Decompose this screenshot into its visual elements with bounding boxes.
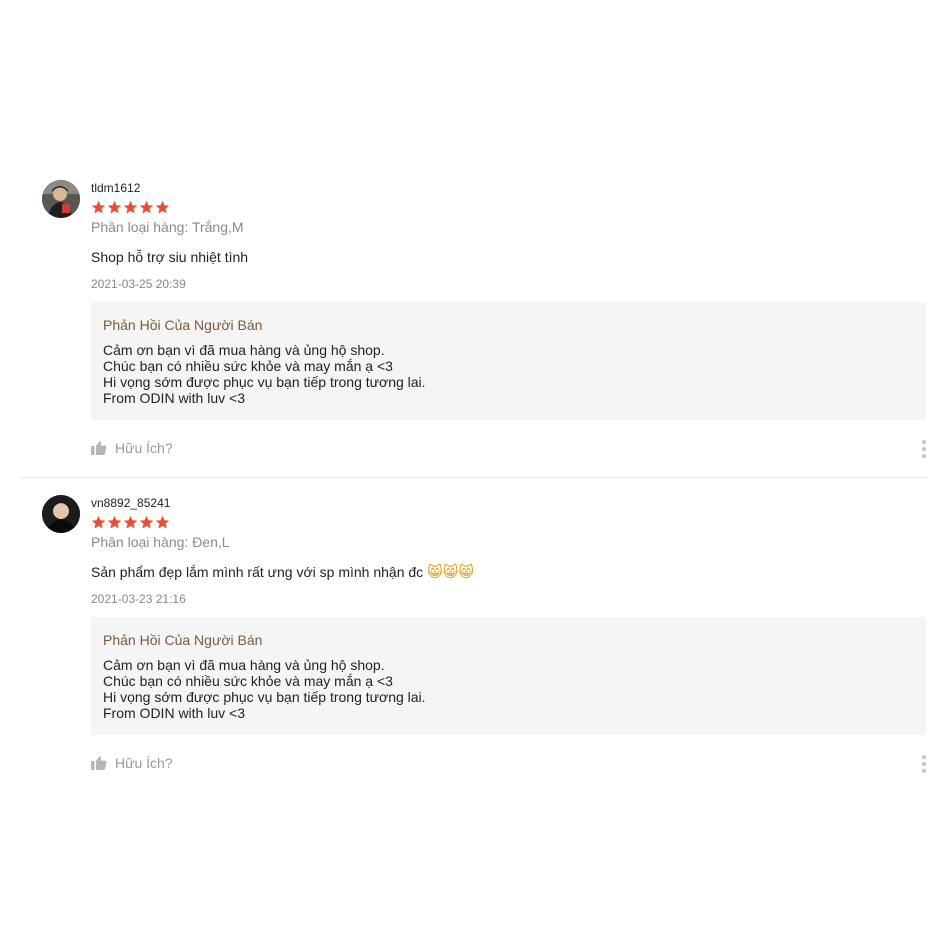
helpful-label: Hữu Ích?	[115, 440, 173, 456]
reviewer-username[interactable]: vn8892_85241	[91, 495, 927, 511]
helpful-label: Hữu Ích?	[115, 755, 173, 771]
seller-reply-title: Phản Hồi Của Người Bán	[103, 632, 263, 648]
star-icon	[139, 200, 154, 214]
star-icon	[123, 200, 138, 214]
product-variant: Phân loại hàng: Đen,L	[91, 534, 230, 550]
more-vertical-icon[interactable]	[921, 440, 927, 458]
star-icon	[91, 515, 106, 529]
more-vertical-icon[interactable]	[921, 755, 927, 773]
product-reviews-section: tldm1612 Phân loại hàng: Trắng,M Shop hỗ…	[0, 0, 941, 941]
seller-reply: Phản Hồi Của Người Bán Cảm ơn bạn vì đã …	[91, 617, 926, 735]
reviewer-username[interactable]: tldm1612	[91, 180, 927, 196]
star-icon	[155, 515, 170, 529]
seller-reply-title: Phản Hồi Của Người Bán	[103, 317, 263, 333]
seller-reply-line: From ODIN with luv <3	[103, 705, 245, 721]
seller-reply-line: From ODIN with luv <3	[103, 390, 245, 406]
review-comment-text: Sản phẩm đẹp lắm mình rất ưng với sp mìn…	[91, 564, 424, 580]
seller-reply-line: Cảm ơn bạn vì đã mua hàng và ủng hộ shop…	[103, 342, 385, 358]
helpful-row: Hữu Ích?	[91, 753, 927, 773]
review-comment: Sản phẩm đẹp lắm mình rất ưng với sp mìn…	[91, 563, 927, 581]
seller-reply-line: Hi vọng sớm được phục vụ bạn tiếp trong …	[103, 374, 426, 390]
star-icon	[107, 515, 122, 529]
seller-reply-line: Hi vọng sớm được phục vụ bạn tiếp trong …	[103, 689, 426, 705]
star-icon	[139, 515, 154, 529]
cat-emoji-icon: 😸	[442, 563, 459, 581]
thumbs-up-icon	[91, 756, 107, 770]
rating-stars	[91, 200, 927, 216]
helpful-button[interactable]: Hữu Ích?	[91, 755, 173, 771]
seller-reply-line: Chúc bạn có nhiều sức khỏe và may mắn ạ …	[103, 358, 393, 374]
seller-reply-line: Cảm ơn bạn vì đã mua hàng và ủng hộ shop…	[103, 657, 385, 673]
review-comment: Shop hỗ trợ siu nhiệt tình	[91, 248, 927, 266]
review-timestamp: 2021-03-25 20:39	[91, 277, 186, 291]
helpful-row: Hữu Ích?	[91, 438, 927, 458]
cat-emoji-icon: 😸	[427, 563, 443, 581]
rating-stars	[91, 515, 927, 531]
star-icon	[155, 200, 170, 214]
star-icon	[91, 200, 106, 214]
seller-reply-line: Chúc bạn có nhiều sức khỏe và may mắn ạ …	[103, 673, 393, 689]
helpful-button[interactable]: Hữu Ích?	[91, 440, 173, 456]
user-avatar[interactable]	[42, 180, 80, 218]
star-icon	[123, 515, 138, 529]
review-timestamp: 2021-03-23 21:16	[91, 592, 186, 606]
star-icon	[107, 200, 122, 214]
review-divider	[21, 477, 927, 478]
thumbs-up-icon	[91, 441, 107, 455]
cat-emoji-icon: 😸	[458, 563, 474, 581]
product-variant: Phân loại hàng: Trắng,M	[91, 219, 244, 235]
seller-reply: Phản Hồi Của Người Bán Cảm ơn bạn vì đã …	[91, 302, 926, 420]
user-avatar[interactable]	[42, 495, 80, 533]
review-comment-text: Shop hỗ trợ siu nhiệt tình	[91, 249, 249, 265]
